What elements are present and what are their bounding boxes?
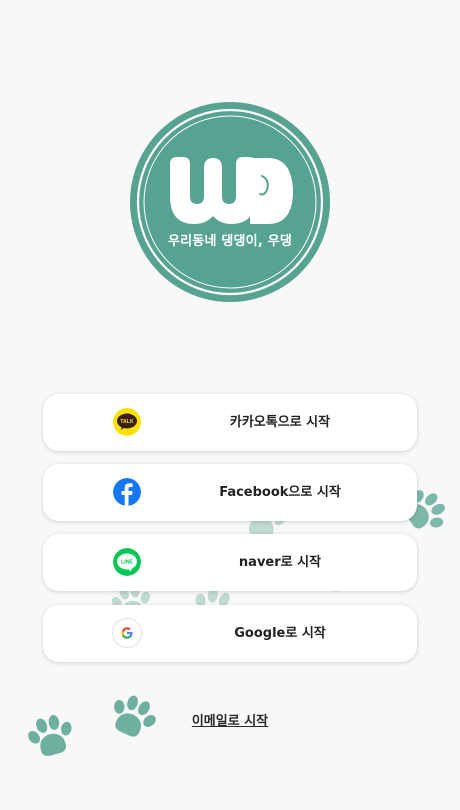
kakaotalk-icon: TALK xyxy=(113,408,141,436)
app-logo: 우리동네 댕댕이, 우댕 xyxy=(130,102,330,302)
kakao-login-button[interactable]: TALK 카카오톡으로 시작 xyxy=(43,394,417,451)
google-login-button[interactable]: Google로 시작 xyxy=(43,605,417,662)
google-login-label: Google로 시작 xyxy=(234,626,326,641)
line-icon: LINE xyxy=(113,548,141,576)
facebook-login-label: Facebook으로 시작 xyxy=(219,485,341,500)
naver-login-button[interactable]: LINE naver로 시작 xyxy=(43,534,417,591)
naver-login-label: naver로 시작 xyxy=(238,555,322,570)
svg-text:LINE: LINE xyxy=(121,560,133,566)
kakao-login-label: 카카오톡으로 시작 xyxy=(229,415,331,430)
logo-tagline: 우리동네 댕댕이, 우댕 xyxy=(167,234,293,249)
google-icon xyxy=(113,619,141,647)
svg-text:TALK: TALK xyxy=(120,419,134,425)
facebook-icon xyxy=(113,478,141,506)
logo-badge-icon xyxy=(130,102,330,302)
email-login-row: 이메일로 시작 xyxy=(0,710,460,729)
email-login-link[interactable]: 이메일로 시작 xyxy=(192,714,268,729)
facebook-login-button[interactable]: Facebook으로 시작 xyxy=(43,464,417,521)
